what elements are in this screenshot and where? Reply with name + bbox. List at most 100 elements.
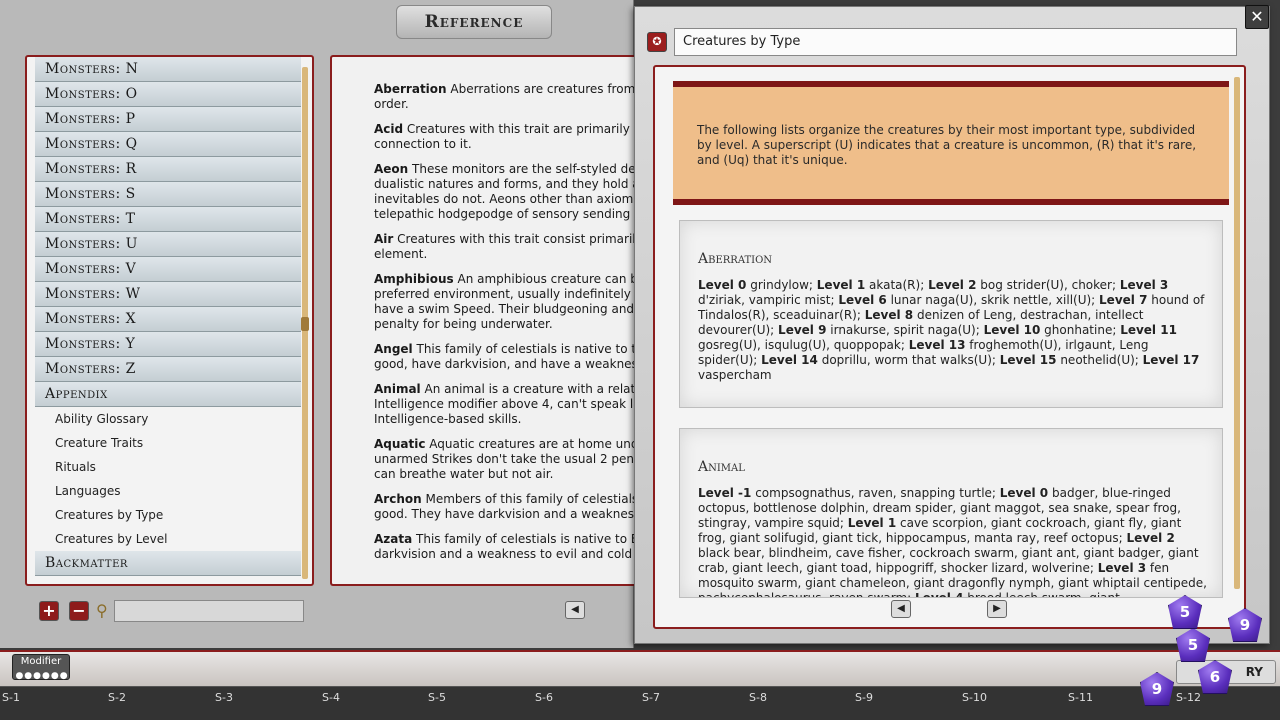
nav-item[interactable]: Creatures by Level [35, 527, 301, 551]
level-label: Level 15 [999, 353, 1057, 367]
reference-entry: Archon Members of this family of celesti… [374, 492, 634, 522]
reference-prev-page-button[interactable]: ◀ [565, 601, 585, 619]
level-creatures[interactable]: neothelid(U); [1060, 353, 1142, 367]
reference-entry-text: unarmed Strikes don't take the usual 2 p… [374, 452, 634, 466]
reference-entry-text: Intelligence-based skills. [374, 412, 522, 426]
reference-entry-text: good, have darkvision, and have a weakne… [374, 357, 634, 371]
nav-scrollbar-thumb[interactable] [301, 317, 309, 331]
level-creatures[interactable]: akata(R); [869, 278, 928, 292]
reference-entry-term[interactable]: Aquatic [374, 437, 425, 451]
book-icon[interactable]: ✪ [647, 32, 667, 52]
level-creatures[interactable]: d'ziriak, vampiric mist; [698, 293, 838, 307]
reference-entry-line: have a swim Speed. Their bludgeoning and… [374, 302, 634, 317]
hotkey-slot[interactable]: S-2 [108, 691, 126, 704]
reference-window-title[interactable]: Reference [396, 5, 552, 39]
modifier-label: Modifier [20, 656, 62, 667]
hotkey-slot[interactable]: S-7 [642, 691, 660, 704]
close-button[interactable]: ✕ [1245, 5, 1269, 29]
reference-entry: Angel This family of celestials is nativ… [374, 342, 634, 372]
remove-entry-button[interactable]: − [69, 601, 89, 621]
level-creatures[interactable]: lunar naga(U), skrik nettle, xill(U); [891, 293, 1099, 307]
reference-entry-term[interactable]: Angel [374, 342, 413, 356]
nav-item[interactable]: Rituals [35, 455, 301, 479]
level-creatures[interactable]: brood leech swarm, giant [967, 591, 1120, 597]
hotkey-slot[interactable]: S-8 [749, 691, 767, 704]
search-input[interactable] [114, 600, 304, 622]
hotkey-slot[interactable]: S-1 [2, 691, 20, 704]
reference-entry-line: penalty for being underwater. [374, 317, 634, 332]
type-card-title: Aberration [698, 251, 773, 267]
reference-entry-term[interactable]: Acid [374, 122, 403, 136]
hotkey-slot[interactable]: S-10 [962, 691, 987, 704]
nav-item[interactable]: Creature Traits [35, 431, 301, 455]
nav-group[interactable]: Monsters: Q [35, 132, 301, 157]
level-label: Level -1 [698, 486, 752, 500]
nav-scrollbar[interactable] [301, 67, 309, 579]
reference-entry: Acid Creatures with this trait are prima… [374, 122, 634, 152]
reference-entry-term[interactable]: Aberration [374, 82, 447, 96]
hotkey-slot[interactable]: S-6 [535, 691, 553, 704]
hotkey-slot[interactable]: S-5 [428, 691, 446, 704]
reference-entry: Animal An animal is a creature with a re… [374, 382, 634, 427]
hotkey-slot[interactable]: S-3 [215, 691, 233, 704]
reference-entry-term[interactable]: Amphibious [374, 272, 454, 286]
level-creatures[interactable]: gosreg(U), isqulug(U), quoppopak; [698, 338, 909, 352]
prev-page-button[interactable]: ◀ [891, 600, 911, 618]
hotkey-slot[interactable]: S-11 [1068, 691, 1093, 704]
reference-entry: Aquatic Aquatic creatures are at home un… [374, 437, 634, 482]
nav-group[interactable]: Monsters: N [35, 57, 301, 82]
reference-entry-line: Angel This family of celestials is nativ… [374, 342, 634, 357]
reference-entry-line: Intelligence modifier above 4, can't spe… [374, 397, 634, 412]
level-creatures[interactable]: vaspercham [698, 368, 772, 382]
reference-entry: Aberration Aberrations are creatures fro… [374, 82, 634, 112]
reference-entry-term[interactable]: Animal [374, 382, 421, 396]
reference-entry-text: have a swim Speed. Their bludgeoning and… [374, 302, 634, 316]
hotkey-slot[interactable]: S-9 [855, 691, 873, 704]
reference-entry-term[interactable]: Aeon [374, 162, 408, 176]
reference-entry-line: Air Creatures with this trait consist pr… [374, 232, 634, 247]
level-creatures[interactable]: irnakurse, spirit naga(U); [830, 323, 983, 337]
nav-group[interactable]: Monsters: U [35, 232, 301, 257]
reference-entries: Aberration Aberrations are creatures fro… [374, 82, 634, 572]
hotkey-slot[interactable]: S-4 [322, 691, 340, 704]
nav-group[interactable]: Backmatter [35, 551, 301, 576]
nav-group[interactable]: Monsters: O [35, 82, 301, 107]
content-scrollbar[interactable] [1234, 77, 1240, 589]
reference-entry-line: dualistic natures and forms, and they ho… [374, 177, 634, 192]
reference-entry-line: good, have darkvision, and have a weakne… [374, 357, 634, 372]
nav-item[interactable]: Ability Glossary [35, 407, 301, 431]
nav-item[interactable]: Creatures by Type [35, 503, 301, 527]
reference-entry-term[interactable]: Archon [374, 492, 422, 506]
reference-entry-line: Animal An animal is a creature with a re… [374, 382, 634, 397]
nav-group[interactable]: Monsters: V [35, 257, 301, 282]
reference-entry-text: preferred environment, usually indefinit… [374, 287, 634, 301]
nav-group[interactable]: Monsters: S [35, 182, 301, 207]
nav-item[interactable]: Languages [35, 479, 301, 503]
nav-group[interactable]: Monsters: T [35, 207, 301, 232]
hotkey-slot[interactable]: S-12 [1176, 691, 1201, 704]
nav-group[interactable]: Monsters: Z [35, 357, 301, 382]
nav-group[interactable]: Monsters: R [35, 157, 301, 182]
level-creatures[interactable]: bog strider(U), choker; [980, 278, 1120, 292]
level-creatures[interactable]: doprillu, worm that walks(U); [822, 353, 1000, 367]
level-creatures[interactable]: grindylow; [750, 278, 817, 292]
reference-entry-text: These monitors are the self-styled defen… [412, 162, 634, 176]
reference-entry-term[interactable]: Azata [374, 532, 412, 546]
level-label: Level 4 [915, 591, 964, 598]
reference-entry-text: element. [374, 247, 428, 261]
window-title-field[interactable]: Creatures by Type [674, 28, 1237, 56]
add-entry-button[interactable]: + [39, 601, 59, 621]
level-creatures[interactable]: compsognathus, raven, snapping turtle; [755, 486, 1000, 500]
level-creatures[interactable]: ghonhatine; [1044, 323, 1120, 337]
nav-group[interactable]: Monsters: X [35, 307, 301, 332]
hotkey-bar: S-1 S-2 S-3 S-4 S-5 S-6 S-7 S-8 S-9 S-10 S-11 S-12 [0, 686, 1280, 720]
reference-entry-text: An animal is a creature with a relativel… [424, 382, 634, 396]
nav-group[interactable]: Monsters: W [35, 282, 301, 307]
nav-group[interactable]: Appendix [35, 382, 301, 407]
modifier-box[interactable]: Modifier ●●●●●● [12, 654, 70, 681]
reference-entry-term[interactable]: Air [374, 232, 393, 246]
nav-group[interactable]: Monsters: Y [35, 332, 301, 357]
reference-entry-line: Intelligence-based skills. [374, 412, 634, 427]
nav-group[interactable]: Monsters: P [35, 107, 301, 132]
next-page-button[interactable]: ▶ [987, 600, 1007, 618]
